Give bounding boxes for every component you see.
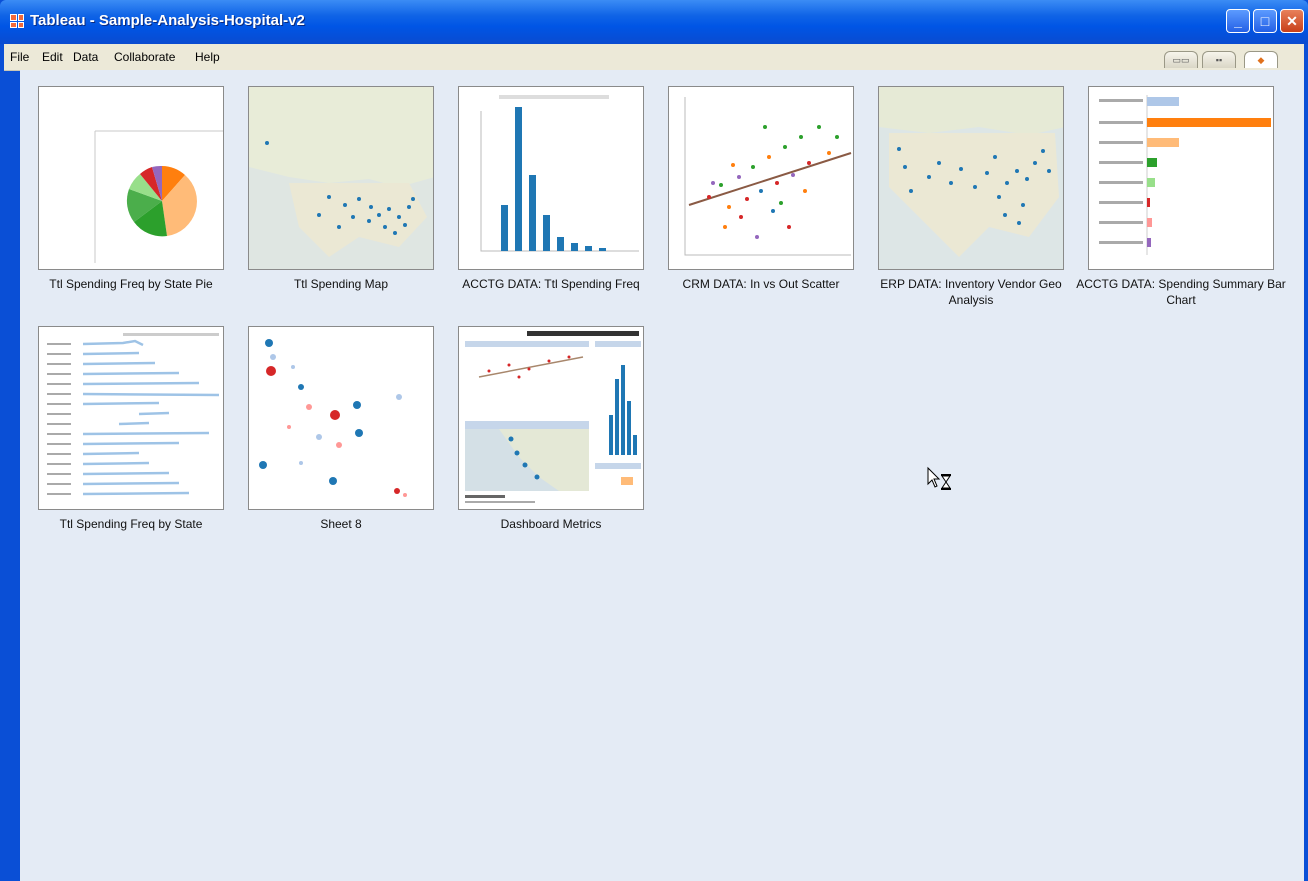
- home-icon[interactable]: ◆: [1244, 51, 1278, 68]
- filmstrip-icon[interactable]: ▭▭: [1164, 51, 1198, 68]
- sheet-thumbnail-bar[interactable]: [1088, 86, 1274, 270]
- maximize-button[interactable]: □: [1253, 9, 1277, 33]
- sheet-thumbnail-sheet8[interactable]: [248, 326, 434, 510]
- close-button[interactable]: ✕: [1280, 9, 1304, 33]
- sheet-thumbnail-map[interactable]: [248, 86, 434, 270]
- sheet-sorter-icon[interactable]: ▪▪: [1202, 51, 1236, 68]
- sheet-label[interactable]: Sheet 8: [236, 516, 446, 532]
- sheet-label[interactable]: ACCTG DATA: Ttl Spending Freq: [446, 276, 656, 292]
- sheet-label[interactable]: ERP DATA: Inventory Vendor Geo Analysis: [866, 276, 1076, 308]
- sheet-sorter-area: Ttl Spending Freq by State Pie Ttl Spend…: [20, 70, 1304, 881]
- sheet-thumbnail-geo[interactable]: [878, 86, 1064, 270]
- busy-cursor-icon: [927, 466, 951, 490]
- sheet-label[interactable]: Ttl Spending Freq by State Pie: [26, 276, 236, 292]
- tableau-logo-icon: [10, 14, 24, 28]
- minimize-button[interactable]: _: [1226, 9, 1250, 33]
- window-title: Tableau - Sample-Analysis-Hospital-v2: [30, 12, 305, 29]
- menu-file[interactable]: File: [10, 50, 29, 64]
- sheet-label[interactable]: Ttl Spending Map: [236, 276, 446, 292]
- application-window: Tableau - Sample-Analysis-Hospital-v2 _ …: [0, 0, 1308, 881]
- sheet-label[interactable]: ACCTG DATA: Spending Summary Bar Chart: [1076, 276, 1286, 308]
- sheet-thumbnail-pie[interactable]: [38, 86, 224, 270]
- sheet-thumbnail-dashboard[interactable]: [458, 326, 644, 510]
- sheet-label[interactable]: Ttl Spending Freq by State: [26, 516, 236, 532]
- menu-help[interactable]: Help: [195, 50, 220, 64]
- menu-data[interactable]: Data: [73, 50, 98, 64]
- title-bar[interactable]: Tableau - Sample-Analysis-Hospital-v2 _ …: [0, 0, 1308, 44]
- sheet-label[interactable]: CRM DATA: In vs Out Scatter: [656, 276, 866, 292]
- menu-collaborate[interactable]: Collaborate: [114, 50, 175, 64]
- sheet-thumbnail-histogram[interactable]: [458, 86, 644, 270]
- menu-edit[interactable]: Edit: [42, 50, 63, 64]
- sheet-thumbnail-scatter[interactable]: [668, 86, 854, 270]
- menu-bar: File Edit Data Collaborate Help ▭▭ ▪▪ ◆: [4, 44, 1304, 71]
- sheet-thumbnail-gantt[interactable]: [38, 326, 224, 510]
- sheet-label[interactable]: Dashboard Metrics: [446, 516, 656, 532]
